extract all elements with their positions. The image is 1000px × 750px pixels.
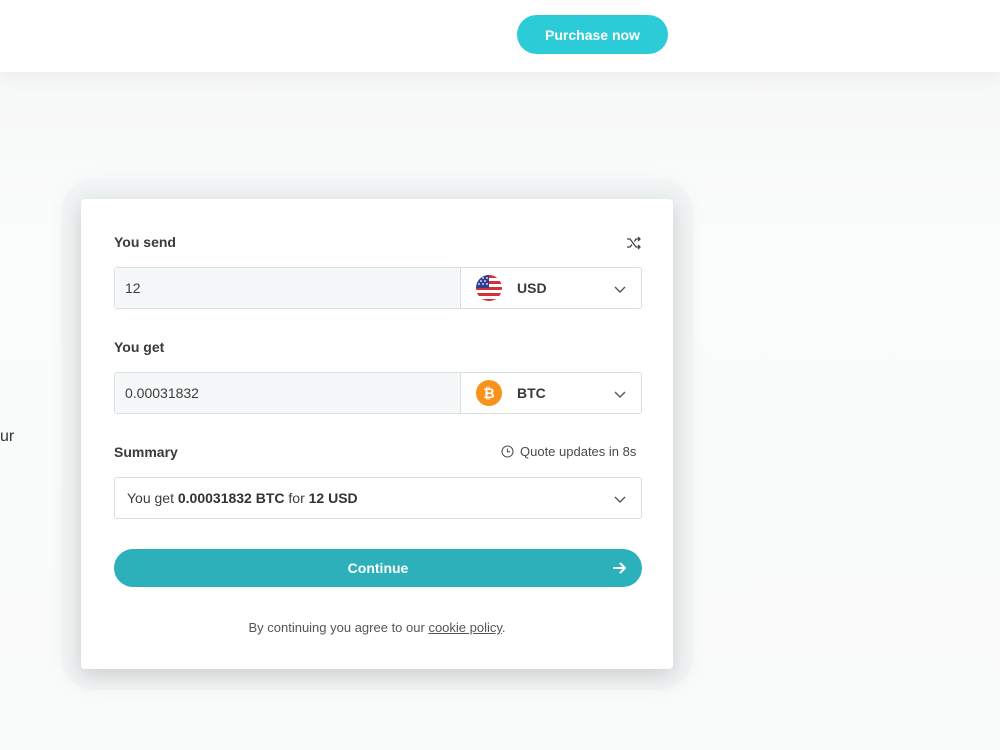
get-amount-input[interactable]: 0.00031832 (115, 373, 461, 413)
you-send-label: You send (114, 234, 176, 250)
bitcoin-icon: ₿ (476, 380, 502, 406)
get-currency-select[interactable]: ₿ BTC (461, 373, 641, 413)
you-get-label: You get (114, 339, 165, 355)
clock-icon (501, 445, 514, 458)
send-currency-code: USD (517, 280, 547, 296)
swap-icon[interactable] (626, 236, 642, 250)
us-flag-icon (476, 275, 502, 301)
top-navigation-bar: Purchase now (0, 0, 1000, 72)
summary-prefix: You get (127, 490, 174, 506)
partial-hero-text: ur (0, 428, 15, 445)
send-currency-select[interactable]: USD (461, 268, 641, 308)
quote-timer: Quote updates in 8s (501, 444, 636, 459)
get-field: 0.00031832 ₿ BTC (114, 372, 642, 414)
cookie-policy-link[interactable]: cookie policy (428, 620, 501, 635)
summary-get-value: 0.00031832 BTC (177, 490, 285, 506)
chevron-down-icon (614, 391, 626, 398)
send-amount-input[interactable]: 12 (115, 268, 461, 308)
send-field: 12 USD (114, 267, 642, 309)
chevron-down-icon (614, 286, 626, 293)
get-currency-code: BTC (517, 385, 546, 401)
agreement-footnote: By continuing you agree to our cookie po… (81, 620, 673, 635)
summary-send-value: 12 USD (308, 490, 358, 506)
summary-connector: for (288, 490, 305, 506)
svg-text:₿: ₿ (483, 386, 494, 401)
arrow-right-icon (613, 562, 626, 574)
chevron-down-icon (614, 496, 626, 503)
purchase-now-button[interactable]: Purchase now (517, 15, 668, 54)
summary-dropdown[interactable]: You get 0.00031832 BTC for 12 USD (114, 477, 642, 519)
footnote-suffix: . (501, 620, 506, 635)
summary-label: Summary (114, 444, 178, 460)
continue-label: Continue (347, 560, 409, 576)
continue-button[interactable]: Continue (114, 549, 642, 587)
quote-text: Quote updates in 8s (520, 444, 637, 459)
footnote-text: By continuing you agree to our (248, 620, 425, 635)
